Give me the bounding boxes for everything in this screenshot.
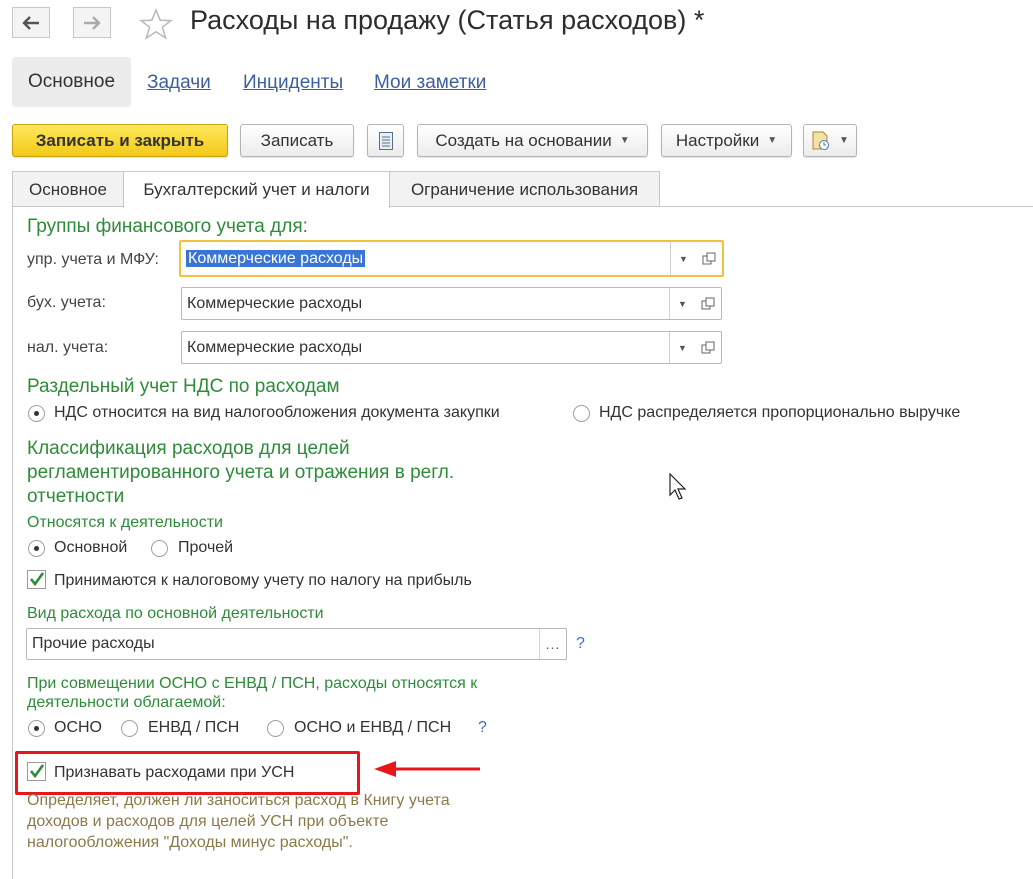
save-and-close-label: Записать и закрыть [35, 130, 205, 150]
dropdown-icon[interactable]: ▼ [669, 288, 695, 319]
expense-kind-value: Прочие расходы [32, 635, 155, 652]
report-menu-button[interactable]: ▼ [803, 124, 857, 157]
open-icon[interactable] [695, 332, 721, 363]
save-label: Записать [260, 130, 334, 150]
tax-accounting-field[interactable]: Коммерческие расходы ▼ [181, 331, 722, 364]
chevron-down-icon: ▼ [839, 135, 849, 146]
forward-button[interactable] [73, 7, 111, 38]
help-icon[interactable]: ? [478, 719, 487, 737]
expense-kind-field[interactable]: Прочие расходы ... [26, 628, 567, 660]
settings-label: Настройки [675, 130, 760, 150]
checkmark-icon [29, 764, 45, 779]
usn-description-line1: Определяет, должен ли заноситься расход … [27, 792, 450, 809]
combined-osno-radio[interactable] [28, 720, 45, 737]
vat-option-purchase-label: НДС относится на вид налогообложения док… [54, 404, 500, 421]
activity-other-radio[interactable] [151, 540, 168, 557]
vat-option-purchase-radio[interactable] [28, 405, 45, 422]
chevron-down-icon: ▼ [767, 135, 778, 146]
vat-option-proportional-label: НДС распределяется пропорционально выруч… [599, 404, 961, 421]
tax-accounting-value: Коммерческие расходы [187, 338, 363, 356]
report-icon [812, 131, 830, 150]
combined-both-radio[interactable] [267, 720, 284, 737]
activity-other-label: Прочей [178, 539, 234, 556]
document-list-icon [378, 131, 393, 150]
combined-envd-label: ЕНВД / ПСН [148, 719, 240, 736]
accounting-label: бух. учета: [27, 294, 106, 311]
accounting-value: Коммерческие расходы [187, 294, 363, 312]
dropdown-icon[interactable]: ▼ [670, 242, 696, 275]
activity-label: Относятся к деятельности [27, 514, 223, 531]
activity-main-label: Основной [54, 539, 128, 556]
combined-label-line1: При совмещении ОСНО с ЕНВД / ПСН, расход… [27, 675, 478, 692]
form-tab-accounting[interactable]: Бухгалтерский учет и налоги [123, 171, 390, 208]
settings-button[interactable]: Настройки ▼ [661, 124, 792, 157]
select-button[interactable]: ... [539, 629, 566, 659]
combined-both-label: ОСНО и ЕНВД / ПСН [294, 719, 452, 736]
chevron-down-icon: ▼ [619, 135, 630, 146]
classification-heading-line2: регламентированного учета и отражения в … [27, 462, 455, 483]
expense-kind-label: Вид расхода по основной деятельности [27, 605, 324, 622]
star-icon[interactable] [139, 8, 173, 40]
dropdown-icon[interactable]: ▼ [669, 332, 695, 363]
panel-border [12, 206, 13, 879]
arrow-left-icon [22, 15, 39, 30]
create-based-on-button[interactable]: Создать на основании ▼ [417, 124, 648, 157]
document-list-button[interactable] [367, 124, 404, 157]
profit-tax-label: Принимаются к налоговому учету по налогу… [54, 572, 472, 589]
activity-main-radio[interactable] [28, 540, 45, 557]
profit-tax-checkbox[interactable] [27, 570, 46, 589]
back-button[interactable] [12, 7, 50, 38]
vat-option-proportional-radio[interactable] [573, 405, 590, 422]
section-tab-incidents[interactable]: Инциденты [243, 72, 343, 94]
mgmt-accounting-label: упр. учета и МФУ: [27, 251, 159, 268]
accounting-field[interactable]: Коммерческие расходы ▼ [181, 287, 722, 320]
help-icon[interactable]: ? [576, 635, 585, 653]
mgmt-accounting-value: Коммерческие расходы [186, 249, 366, 267]
section-tab-tasks[interactable]: Задачи [147, 72, 211, 94]
fin-groups-heading: Группы финансового учета для: [27, 216, 308, 237]
classification-heading-line1: Классификация расходов для целей [27, 438, 350, 459]
checkmark-icon [29, 572, 45, 587]
arrow-right-icon [84, 15, 101, 30]
create-based-on-label: Создать на основании [435, 130, 612, 150]
save-button[interactable]: Записать [240, 124, 354, 157]
combined-osno-label: ОСНО [54, 719, 102, 736]
window-title: Расходы на продажу (Статья расходов) * [190, 5, 705, 35]
usn-label: Признавать расходами при УСН [54, 764, 295, 781]
combined-envd-radio[interactable] [121, 720, 138, 737]
save-and-close-button[interactable]: Записать и закрыть [12, 124, 228, 157]
vat-heading: Раздельный учет НДС по расходам [27, 376, 340, 397]
form-tab-restrictions[interactable]: Ограничение использования [389, 171, 660, 207]
mgmt-accounting-field[interactable]: Коммерческие расходы ▼ [179, 240, 724, 277]
section-tab-notes[interactable]: Мои заметки [374, 72, 486, 94]
usn-description-line3: налогообложения "Доходы минус расходы". [27, 834, 353, 851]
open-icon[interactable] [696, 242, 722, 275]
section-tab-main[interactable]: Основное [12, 57, 131, 107]
mouse-cursor-icon [669, 473, 687, 500]
open-icon[interactable] [695, 288, 721, 319]
arrow-left-icon [374, 761, 480, 777]
usn-description-line2: доходов и расходов для целей УСН при объ… [27, 813, 389, 830]
usn-checkbox[interactable] [27, 762, 46, 781]
combined-label-line2: деятельности облагаемой: [27, 694, 226, 711]
form-tab-main[interactable]: Основное [12, 171, 124, 207]
tax-accounting-label: нал. учета: [27, 339, 109, 356]
classification-heading-line3: отчетности [27, 486, 125, 507]
